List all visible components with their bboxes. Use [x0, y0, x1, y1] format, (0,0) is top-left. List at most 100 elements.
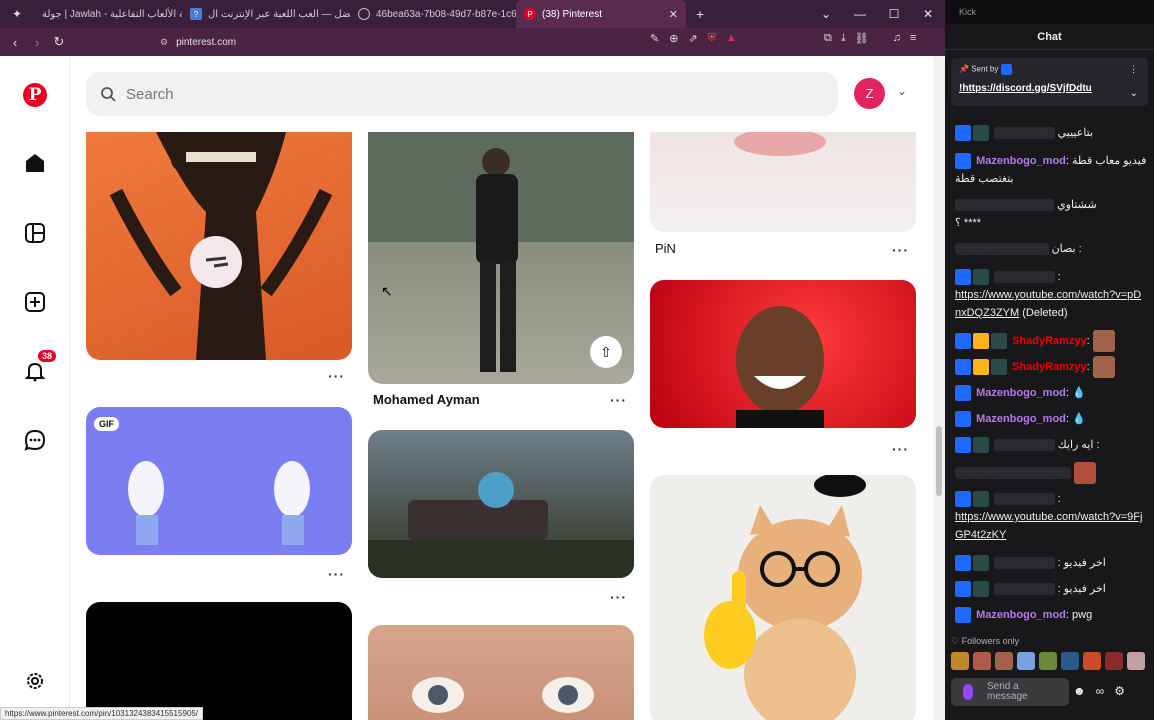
pinterest-logo[interactable]: P [22, 82, 48, 108]
download-icon[interactable]: ⤓ [841, 32, 846, 45]
pin-more-options-button[interactable]: ··· [610, 392, 627, 408]
home-button[interactable] [22, 150, 48, 176]
new-tab-button[interactable]: + [686, 6, 714, 22]
username[interactable]: Mazenbogo_mod [976, 413, 1066, 425]
messages-button[interactable] [22, 427, 48, 453]
emote-icon[interactable] [1105, 652, 1123, 670]
pin-car-field[interactable] [368, 430, 634, 578]
pin-face-closeup[interactable] [368, 625, 634, 720]
emote-icon[interactable] [1127, 652, 1145, 670]
chat-message: xxxxxxxxxxx : اخر فيديو [955, 580, 1147, 598]
boards-icon [25, 223, 45, 243]
page-scrollbar[interactable] [933, 56, 945, 720]
emote-drop-icon: 💧 [1072, 387, 1086, 399]
settings-gear-icon[interactable]: ⚙ [1114, 684, 1125, 698]
emote-picker-icon[interactable]: ☻ [1073, 684, 1086, 698]
username[interactable]: ShadyRamzyy [1012, 361, 1087, 373]
pin-icon: 📌 [959, 64, 969, 74]
pin-more-options-button[interactable]: ··· [892, 441, 909, 457]
mod-badge-icon [955, 555, 971, 572]
chat-message: Mazenbogo_mod: pwg [955, 606, 1147, 624]
tab-uuid[interactable]: 46bea63a-7b08-49d7-b87e-1c626509 [350, 0, 516, 28]
account-chevron-down-icon[interactable]: ⌄ [897, 84, 907, 98]
pin-more-options-button[interactable]: ··· [892, 242, 909, 258]
mod-badge-icon [955, 411, 971, 428]
microphone-icon[interactable] [963, 684, 973, 700]
minimize-button[interactable]: — [843, 0, 877, 28]
scrollbar-thumb[interactable] [936, 426, 942, 496]
share-icon[interactable]: ⇗ [688, 32, 697, 45]
link-icon[interactable]: ⛓ [855, 32, 869, 45]
search-input[interactable]: Search [126, 86, 174, 103]
pin-cartoon-character[interactable] [86, 132, 352, 360]
tab-would-you-rather[interactable]: ? هل تفضل — العب اللعبة عبر الإنترنت ال [182, 0, 350, 28]
chevron-down-icon[interactable]: ⌄ [809, 0, 843, 28]
username[interactable]: Mazenbogo_mod [976, 155, 1066, 167]
mod-badge-icon [955, 385, 971, 402]
emote-icon[interactable] [951, 652, 969, 670]
pin-more-options-button[interactable]: ··· [328, 566, 345, 582]
emote-icon[interactable] [1083, 652, 1101, 670]
pin-black[interactable] [86, 602, 352, 720]
site-info-icon[interactable]: ⚙ [160, 37, 168, 48]
pin-lips[interactable] [650, 132, 916, 232]
pin-image [128, 461, 310, 545]
share-icon[interactable]: ⇧ [590, 336, 622, 368]
blurred-username: xxxxxxxxxxx [994, 493, 1055, 505]
message-link[interactable]: https://www.youtube.com/watch?v=9FjGP4t2… [955, 511, 1142, 541]
chat-message: xxxxxxxxxxx : اخر فيديو [955, 554, 1147, 572]
emote-icon[interactable] [1017, 652, 1035, 670]
extensions-icon[interactable]: ⧉ [824, 32, 832, 45]
window-controls: ⌄ — ☐ ✕ [809, 0, 945, 28]
search-bar[interactable]: Search [86, 72, 838, 116]
infinity-icon[interactable]: ∞ [1096, 684, 1105, 698]
chat-input-placeholder: Send a message [987, 681, 1028, 702]
chat-window-bar: Kick [945, 0, 1154, 24]
back-button[interactable]: ‹ [4, 35, 26, 50]
notifications-button[interactable]: 38 [22, 350, 57, 384]
brave-shield-icon[interactable]: ⛨ [708, 32, 716, 45]
boards-button[interactable] [22, 220, 48, 246]
username[interactable]: ShadyRamzyy [1012, 335, 1087, 347]
user-badge-icon [1000, 64, 1012, 75]
sub-badge-icon [991, 333, 1007, 349]
create-button[interactable] [22, 289, 48, 315]
chat-message-input[interactable]: Send a message [951, 678, 1069, 706]
maximize-button[interactable]: ☐ [877, 0, 911, 28]
tab-pinterest[interactable]: P (38) Pinterest ✕ [516, 0, 686, 28]
emote-icon[interactable] [1039, 652, 1057, 670]
emote-face-icon [1073, 462, 1096, 484]
username[interactable]: Mazenbogo_mod [976, 609, 1066, 621]
pin-title[interactable]: Mohamed Ayman [373, 392, 480, 407]
reload-button[interactable]: ↻ [48, 34, 70, 50]
settings-button[interactable] [22, 668, 48, 694]
emote-icon[interactable] [1061, 652, 1079, 670]
brave-rewards-icon[interactable]: ▲ [726, 32, 737, 45]
pin-gif-hands[interactable]: GIF [86, 407, 352, 555]
username[interactable]: Mazenbogo_mod [976, 387, 1066, 399]
chevron-down-icon[interactable]: ⌄ [1130, 88, 1138, 99]
pinned-link[interactable]: !https://discord.gg/SVjfDdtu [959, 83, 1140, 94]
more-icon[interactable]: ⋮ [1129, 64, 1138, 75]
tab-jawlah[interactable]: جولة | Jawlah - منصة الألعاب التفاعلية [34, 0, 182, 28]
menu-icon[interactable]: ≡ [910, 32, 916, 45]
emote-icon[interactable] [973, 652, 991, 670]
pin-title[interactable]: PiN [655, 241, 676, 256]
mod-badge-icon [955, 125, 971, 142]
pinterest-page: P 38 Search Z ⌄ ··· GIF ··· ⇧ Mohamed Ay… [0, 56, 933, 720]
avatar[interactable]: Z [854, 78, 885, 109]
pin-laughing-man[interactable] [650, 280, 916, 428]
pinned-message[interactable]: 📌 Sent by !https://discord.gg/SVjfDdtu ⋮… [951, 58, 1148, 106]
pin-more-options-button[interactable]: ··· [328, 368, 345, 384]
pin-more-options-button[interactable]: ··· [610, 589, 627, 605]
edit-icon[interactable]: ✎ [650, 32, 659, 45]
zoom-icon[interactable]: ⊕ [669, 32, 678, 45]
pin-cat-glasses[interactable] [650, 475, 916, 720]
pin-person-photo[interactable]: ⇧ [368, 132, 634, 384]
close-tab-icon[interactable]: ✕ [661, 8, 678, 21]
music-icon[interactable]: ♫ [893, 32, 901, 45]
browser-menu-icon[interactable]: ✦ [0, 7, 34, 21]
forward-button[interactable]: › [26, 35, 48, 50]
emote-icon[interactable] [995, 652, 1013, 670]
close-window-button[interactable]: ✕ [911, 0, 945, 28]
